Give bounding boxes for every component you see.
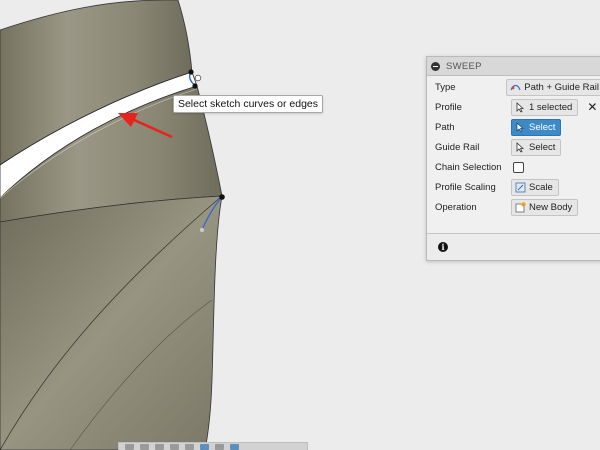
chain-selection-label: Chain Selection: [435, 161, 502, 173]
navigation-toolbar: [118, 442, 308, 450]
profile-scaling-label: Profile Scaling: [435, 181, 496, 193]
chain-selection-checkbox[interactable]: [513, 161, 524, 173]
sketch-point[interactable]: [219, 194, 225, 200]
sketch-point-grey[interactable]: [199, 227, 205, 233]
profile-scaling-dropdown[interactable]: Scale: [511, 178, 559, 196]
row-path: Path Select: [427, 117, 600, 137]
look-at-icon[interactable]: [185, 443, 194, 450]
sketch-point-open[interactable]: [194, 74, 202, 82]
operation-label: Operation: [435, 201, 477, 213]
sweep-dialog: SWEEP Type Path + Guide Rail Profile 1 s…: [426, 56, 600, 261]
zoom-icon[interactable]: [155, 443, 164, 450]
profile-label: Profile: [435, 101, 462, 113]
sketch-point[interactable]: [192, 83, 198, 89]
cursor-select-icon: [516, 101, 525, 113]
type-dropdown[interactable]: Path + Guide Rail: [506, 78, 600, 96]
type-label: Type: [435, 81, 456, 93]
path-value: Select: [529, 121, 556, 133]
row-profile-scaling: Profile Scaling Scale: [427, 177, 600, 197]
sketch-point[interactable]: [188, 69, 194, 75]
row-operation: Operation New Body: [427, 197, 600, 217]
profile-scaling-value: Scale: [529, 181, 553, 193]
selection-tooltip: Select sketch curves or edges: [173, 95, 323, 113]
fit-icon[interactable]: [170, 443, 179, 450]
info-icon[interactable]: i: [438, 242, 448, 252]
scale-icon: [515, 182, 526, 192]
pan-icon[interactable]: [140, 443, 149, 450]
display-settings-icon[interactable]: [200, 443, 209, 450]
profile-value: 1 selected: [529, 101, 573, 113]
row-chain-selection: Chain Selection: [427, 157, 600, 177]
row-type: Type Path + Guide Rail: [427, 77, 600, 97]
guide-rail-value: Select: [529, 141, 556, 153]
profile-selector[interactable]: 1 selected: [511, 98, 579, 116]
cursor-select-icon: [516, 141, 525, 153]
cursor-select-icon: [516, 121, 525, 133]
row-guide-rail: Guide Rail Select: [427, 137, 600, 157]
dialog-footer: i: [427, 233, 600, 260]
clear-selection-icon[interactable]: ✕: [587, 101, 597, 113]
orbit-icon[interactable]: [125, 443, 134, 450]
sweep-dialog-header[interactable]: SWEEP: [427, 57, 600, 76]
viewports-icon[interactable]: [230, 443, 239, 450]
path-select-button[interactable]: Select: [511, 118, 562, 136]
type-value: Path + Guide Rail: [524, 81, 599, 93]
model-body-lower[interactable]: [0, 195, 223, 450]
path-guide-rail-icon: [510, 84, 521, 90]
new-body-icon: [515, 201, 526, 212]
operation-dropdown[interactable]: New Body: [511, 198, 579, 216]
guide-rail-select-button[interactable]: Select: [511, 138, 562, 156]
dialog-title: SWEEP: [446, 60, 482, 72]
row-profile: Profile 1 selected ✕: [427, 97, 600, 117]
guide-rail-label: Guide Rail: [435, 141, 480, 153]
operation-value: New Body: [529, 201, 573, 213]
collapse-icon[interactable]: [431, 61, 440, 71]
grid-settings-icon[interactable]: [215, 443, 224, 450]
path-label: Path: [435, 121, 455, 133]
